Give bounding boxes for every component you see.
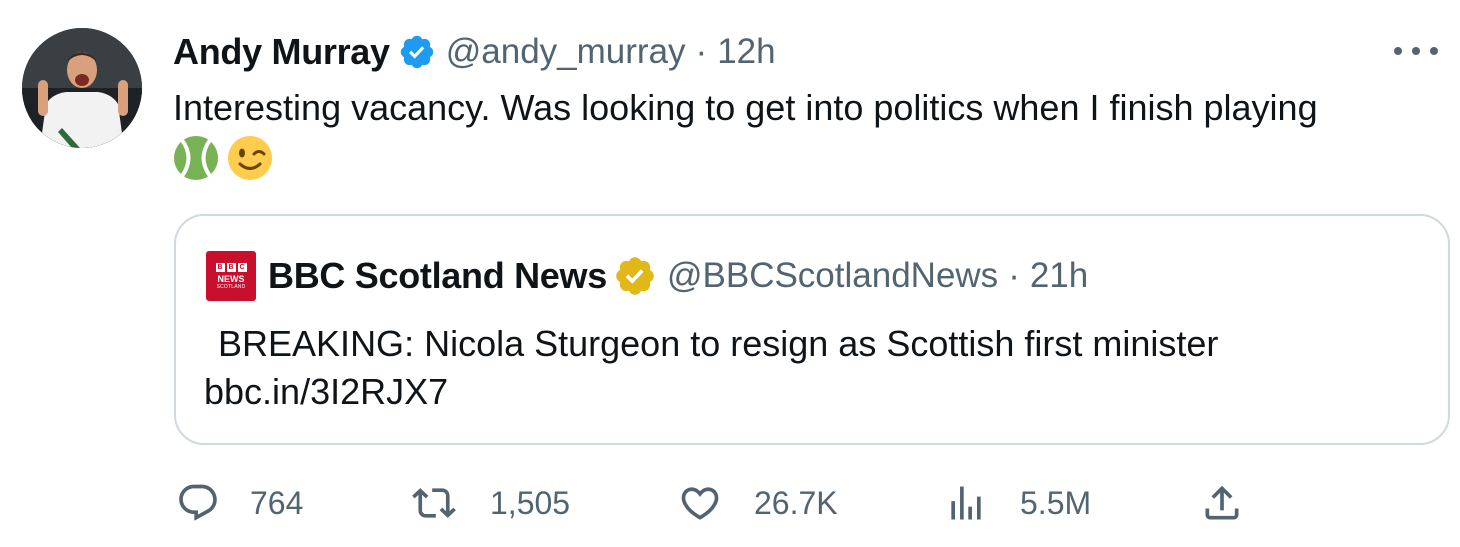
dot [1394, 47, 1402, 55]
author-name[interactable]: Andy Murray [173, 31, 390, 73]
reply-count: 764 [250, 484, 304, 521]
like-count: 26.7K [754, 484, 838, 521]
separator-dot: · [1008, 256, 1020, 295]
views-button[interactable]: 5.5M [944, 470, 1091, 536]
bbc-block: B [215, 262, 225, 272]
tweet-header: Andy Murray @andy_murray · 12h [173, 26, 776, 78]
quoted-tweet-body: BREAKING: Nicola Sturgeon to resign as S… [204, 320, 1408, 416]
share-button[interactable] [1200, 470, 1244, 536]
bbc-logo-blocks: B B C [215, 262, 247, 272]
bbc-scotland-news-avatar[interactable]: B B C NEWS SCOTLAND [206, 251, 256, 301]
share-icon [1205, 485, 1239, 520]
tweet-timestamp[interactable]: 12h [717, 32, 775, 72]
repost-count: 1,505 [490, 484, 571, 521]
views-count: 5.5M [1020, 484, 1092, 521]
like-button[interactable]: 26.7K [678, 470, 838, 536]
avatar-photo [22, 28, 142, 148]
tennis-ball-emoji-icon [174, 136, 218, 180]
repost-icon [412, 488, 456, 518]
author-avatar[interactable] [22, 28, 142, 148]
quoted-tweet-header: B B C NEWS SCOTLAND BBC Scotland News @B… [206, 250, 1088, 302]
quoted-tweet-timestamp[interactable]: 21h [1030, 256, 1088, 296]
quoted-tweet-text: BREAKING: Nicola Sturgeon to resign as S… [208, 323, 1219, 364]
quoted-author-name[interactable]: BBC Scotland News [268, 255, 607, 297]
bbc-block: B [226, 262, 236, 272]
quoted-tweet-link[interactable]: bbc.in/3I2RJX7 [204, 371, 448, 412]
tweet-text: Interesting vacancy. Was looking to get … [173, 87, 1318, 128]
bbc-logo-scotland: SCOTLAND [216, 283, 246, 290]
verified-badge-icon[interactable] [398, 33, 436, 71]
bbc-logo-news: NEWS [217, 273, 245, 284]
bbc-block: C [237, 262, 247, 272]
quoted-author-handle[interactable]: @BBCScotlandNews [667, 256, 998, 296]
author-handle[interactable]: @andy_murray [446, 32, 686, 72]
like-icon [681, 487, 719, 520]
quoted-tweet-card[interactable]: B B C NEWS SCOTLAND BBC Scotland News @B… [174, 214, 1450, 445]
reply-button[interactable]: 764 [176, 470, 303, 536]
tweet-action-bar: 764 1,505 26.7K 5.5M [0, 470, 1460, 536]
views-icon [951, 486, 981, 520]
separator-dot: · [695, 32, 708, 71]
reply-icon [179, 484, 217, 521]
winking-face-emoji-icon [228, 136, 272, 180]
gold-verified-badge-icon[interactable] [613, 254, 657, 298]
more-options-icon[interactable] [1394, 38, 1438, 64]
dot [1430, 47, 1438, 55]
repost-button[interactable]: 1,505 [412, 470, 570, 536]
tweet-emojis [173, 135, 273, 183]
dot [1412, 47, 1420, 55]
